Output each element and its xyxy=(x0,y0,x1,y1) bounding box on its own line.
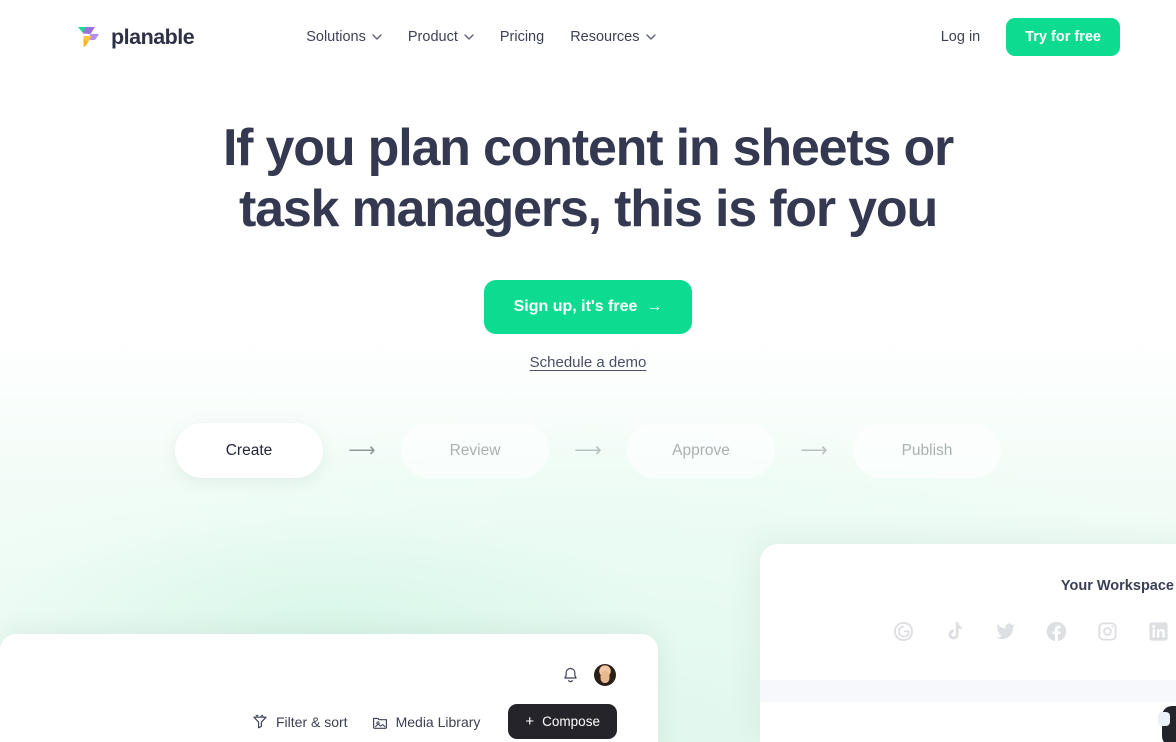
workflow-steps: Create ⟶ Review ⟶ Approve ⟶ Publish xyxy=(0,423,1176,478)
signup-button[interactable]: Sign up, it's free → xyxy=(483,280,693,334)
social-channel-list xyxy=(760,594,1176,643)
headline-line-2: task managers, this is for you xyxy=(238,180,938,238)
app-preview-topbar xyxy=(0,634,658,686)
chevron-down-icon xyxy=(645,34,656,40)
step-pill-publish[interactable]: Publish xyxy=(853,423,1001,478)
step-pill-create[interactable]: Create xyxy=(175,423,323,478)
workspace-column xyxy=(910,702,1032,742)
instagram-icon[interactable] xyxy=(1096,620,1119,643)
avatar[interactable] xyxy=(594,664,616,686)
workspace-preview-card: Your Workspace xyxy=(760,544,1176,742)
nav-item-pricing[interactable]: Pricing xyxy=(500,29,544,45)
tiktok-icon[interactable] xyxy=(943,620,966,643)
workspace-divider xyxy=(760,680,1176,702)
filter-sort-icon xyxy=(253,713,267,728)
app-preview-card: Filter & sort Media Library + Compose xyxy=(0,634,658,742)
nav-item-label: Resources xyxy=(570,29,640,45)
compose-button[interactable]: + Compose xyxy=(508,704,617,739)
headline-line-1: If you plan content in sheets or xyxy=(222,119,954,177)
arrow-right-icon: → xyxy=(646,298,663,315)
compose-label: Compose xyxy=(542,714,600,729)
nav-item-label: Pricing xyxy=(499,29,545,45)
planable-logo-icon xyxy=(78,27,99,48)
header-actions: Log in Try for free xyxy=(941,18,1120,56)
google-icon[interactable] xyxy=(892,620,915,643)
nav-item-product[interactable]: Product xyxy=(408,29,474,45)
nav-item-label: Product xyxy=(407,29,458,45)
page-title: If you plan content in sheets or task ma… xyxy=(158,118,1018,240)
try-for-free-button[interactable]: Try for free xyxy=(1006,18,1120,56)
twitter-icon[interactable] xyxy=(994,620,1017,643)
media-library-icon xyxy=(372,717,387,729)
schedule-demo-link[interactable]: Schedule a demo xyxy=(530,354,647,371)
site-header: planable Solutions Product Pricing Resou… xyxy=(0,0,1176,74)
brand-logo[interactable]: planable xyxy=(76,24,195,50)
media-library-button[interactable]: Media Library xyxy=(372,713,481,730)
step-arrow-2-icon: ⟶ xyxy=(574,440,602,461)
workspace-column xyxy=(1046,702,1168,742)
step-arrow-1-icon: ⟶ xyxy=(348,440,376,461)
nav-item-resources[interactable]: Resources xyxy=(570,29,656,45)
app-preview-toolbar: Filter & sort Media Library + Compose xyxy=(0,686,658,739)
chevron-down-icon xyxy=(372,34,382,40)
brand-name: planable xyxy=(111,24,195,49)
chevron-down-icon xyxy=(464,34,474,40)
filter-sort-button[interactable]: Filter & sort xyxy=(252,714,348,730)
filter-sort-label: Filter & sort xyxy=(276,713,348,730)
notification-bell-icon[interactable] xyxy=(561,666,580,685)
page-root: planable Solutions Product Pricing Resou… xyxy=(0,0,1176,742)
facebook-icon[interactable] xyxy=(1045,620,1068,643)
plus-icon: + xyxy=(525,713,535,730)
workspace-column xyxy=(774,702,896,742)
nav-item-label: Solutions xyxy=(306,29,366,45)
hero-section: If you plan content in sheets or task ma… xyxy=(0,118,1176,240)
step-pill-review[interactable]: Review xyxy=(401,423,549,478)
hero-cta-group: Sign up, it's free → Schedule a demo xyxy=(0,280,1176,372)
workspace-title: Your Workspace xyxy=(1060,578,1174,594)
login-link[interactable]: Log in xyxy=(941,29,981,45)
nav-item-solutions[interactable]: Solutions xyxy=(306,29,382,45)
main-nav: Solutions Product Pricing Resources xyxy=(306,29,656,45)
media-library-label: Media Library xyxy=(395,713,481,730)
step-pill-approve[interactable]: Approve xyxy=(627,423,775,478)
linkedin-icon[interactable] xyxy=(1147,620,1170,643)
offscreen-card-peek-right-accent xyxy=(1158,712,1170,726)
signup-button-label: Sign up, it's free xyxy=(513,298,638,315)
step-arrow-3-icon: ⟶ xyxy=(800,440,828,461)
